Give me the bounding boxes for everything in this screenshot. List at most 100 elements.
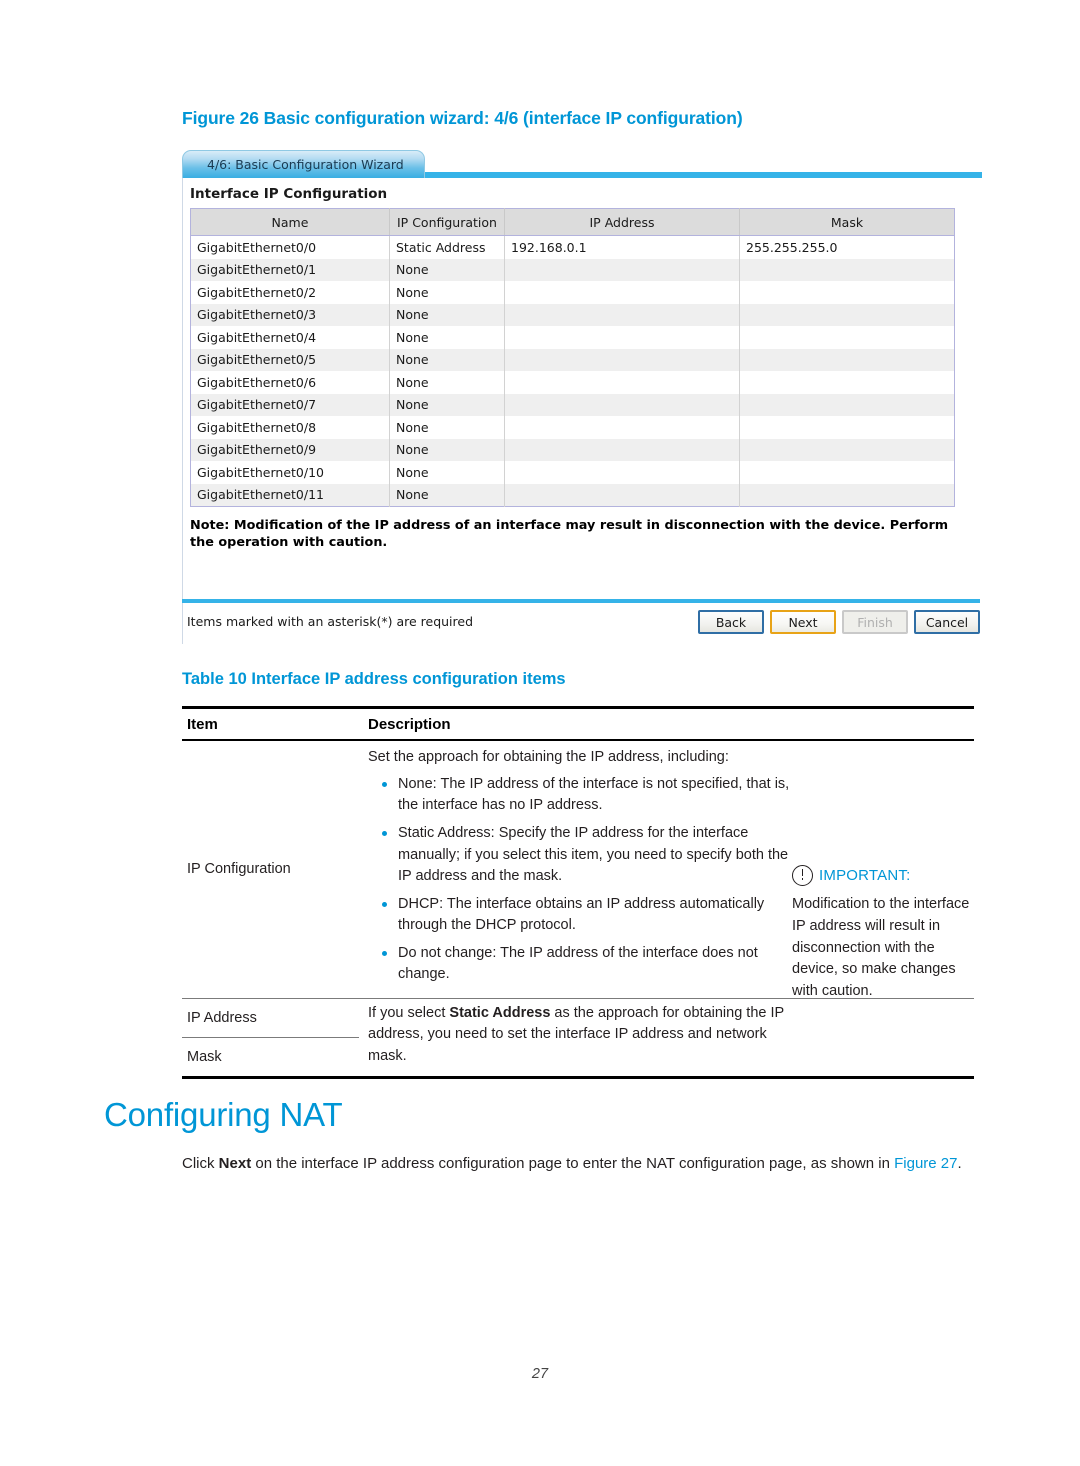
cancel-button[interactable]: Cancel: [914, 610, 980, 634]
cell-name: GigabitEthernet0/8: [190, 416, 390, 439]
table-row[interactable]: GigabitEthernet0/11 None: [190, 483, 955, 507]
table-header-row: Item Description: [182, 709, 974, 739]
wizard-button-group: Back Next Finish Cancel: [698, 610, 980, 634]
cell-ip-address: [504, 461, 740, 484]
wizard-tab[interactable]: 4/6: Basic Configuration Wizard: [182, 150, 425, 178]
description-bullet-item: DHCP: The interface obtains an IP addres…: [368, 894, 792, 936]
cell-ip-address: [504, 416, 740, 439]
cell-mask: 255.255.255.0: [739, 235, 955, 259]
cell-ip-address: [504, 258, 740, 281]
table-row[interactable]: GigabitEthernet0/1 None: [190, 258, 955, 281]
cell-ip-configuration: None: [389, 348, 505, 371]
back-button[interactable]: Back: [698, 610, 764, 634]
body-paragraph: Click Next on the interface IP address c…: [182, 1152, 982, 1176]
column-header-ip-configuration[interactable]: IP Configuration: [389, 208, 505, 236]
cell-ip-configuration: None: [389, 326, 505, 349]
document-page: Figure 26 Basic configuration wizard: 4/…: [0, 0, 1080, 1466]
next-button[interactable]: Next: [770, 610, 836, 634]
wizard-note: Note: Modification of the IP address of …: [190, 518, 949, 551]
column-header-mask[interactable]: Mask: [739, 208, 955, 236]
column-header-ip-address[interactable]: IP Address: [504, 208, 740, 236]
cell-ip-configuration: None: [389, 416, 505, 439]
table-row-ip-address-mask: IP Address Mask If you select Static Add…: [182, 999, 974, 1076]
cell-mask: [739, 371, 955, 394]
cell-description-ip-configuration: Set the approach for obtaining the IP ad…: [364, 741, 792, 998]
important-title: IMPORTANT:: [819, 867, 911, 884]
table-caption: Table 10 Interface IP address configurat…: [182, 670, 566, 688]
cell-name: GigabitEthernet0/7: [190, 393, 390, 416]
cell-name: GigabitEthernet0/0: [190, 235, 390, 259]
table-row[interactable]: GigabitEthernet0/8 None: [190, 416, 955, 439]
cell-ip-configuration: None: [389, 483, 505, 507]
cell-mask: [739, 393, 955, 416]
description-emphasis: Static Address: [449, 1004, 551, 1021]
exclamation-circle-icon: [792, 865, 813, 886]
figure-caption: Figure 26 Basic configuration wizard: 4/…: [182, 108, 743, 128]
wizard-screenshot: 4/6: Basic Configuration Wizard Interfac…: [182, 148, 982, 644]
table-header-row: Name IP Configuration IP Address Mask: [190, 208, 955, 236]
cell-mask: [739, 326, 955, 349]
cell-name: GigabitEthernet0/11: [190, 483, 390, 507]
interface-ip-table: Name IP Configuration IP Address Mask Gi…: [190, 208, 955, 507]
cell-item-ip-address: IP Address: [187, 1009, 257, 1026]
figure-cross-reference-link[interactable]: Figure 27: [894, 1155, 957, 1172]
table-row[interactable]: GigabitEthernet0/9 None: [190, 438, 955, 461]
cell-ip-configuration: None: [389, 393, 505, 416]
item-stack: IP Address Mask: [182, 999, 364, 1076]
wizard-tab-row: 4/6: Basic Configuration Wizard: [182, 148, 982, 179]
cell-ip-configuration: None: [389, 438, 505, 461]
cell-name: GigabitEthernet0/6: [190, 371, 390, 394]
table-row[interactable]: GigabitEthernet0/3 None: [190, 303, 955, 326]
description-bullet-list: None: The IP address of the interface is…: [368, 774, 792, 984]
page-title: Configuring NAT: [104, 1096, 343, 1133]
cell-ip-address: [504, 348, 740, 371]
cell-ip-configuration: None: [389, 281, 505, 304]
cell-ip-address: [504, 483, 740, 507]
description-bullet-item: None: The IP address of the interface is…: [368, 774, 792, 816]
cell-mask: [739, 416, 955, 439]
table-row[interactable]: GigabitEthernet0/2 None: [190, 281, 955, 304]
paragraph-part-1: Click: [182, 1155, 219, 1172]
cell-description-ip-address-mask: If you select Static Address as the appr…: [364, 999, 792, 1076]
cell-item-ip-configuration: IP Configuration: [187, 861, 291, 878]
important-text: Modification to the interface IP address…: [792, 896, 970, 999]
cell-name: GigabitEthernet0/10: [190, 461, 390, 484]
cell-name: GigabitEthernet0/1: [190, 258, 390, 281]
configuration-items-table: Item Description IP Configuration Set th…: [182, 706, 974, 1079]
header-description: Description: [368, 715, 451, 733]
table-row[interactable]: GigabitEthernet0/10 None: [190, 461, 955, 484]
table-row[interactable]: GigabitEthernet0/7 None: [190, 393, 955, 416]
table-row[interactable]: GigabitEthernet0/0 Static Address 192.168.…: [190, 235, 955, 259]
cell-name: GigabitEthernet0/2: [190, 281, 390, 304]
finish-button: Finish: [842, 610, 908, 634]
cell-mask: [739, 348, 955, 371]
cell-ip-configuration: Static Address: [389, 235, 505, 259]
cell-ip-address: [504, 393, 740, 416]
cell-ip-configuration: None: [389, 461, 505, 484]
table-bottom-rule: [182, 1075, 974, 1079]
cell-mask: [739, 303, 955, 326]
wizard-footer-bar: [182, 599, 980, 603]
column-header-name[interactable]: Name: [190, 208, 390, 236]
description-bullet-item: Do not change: The IP address of the int…: [368, 943, 792, 985]
cell-name: GigabitEthernet0/5: [190, 348, 390, 371]
paragraph-emphasis: Next: [218, 1155, 252, 1172]
cell-ip-address: 192.168.0.1: [504, 235, 740, 259]
important-header: IMPORTANT:: [792, 865, 976, 886]
description-bullet-item: Static Address: Specify the IP address f…: [368, 823, 792, 886]
required-fields-note: Items marked with an asterisk(*) are req…: [187, 614, 474, 629]
cell-ip-configuration: None: [389, 303, 505, 326]
table-row[interactable]: GigabitEthernet0/6 None: [190, 371, 955, 394]
description-part-1: If you select: [368, 1004, 450, 1021]
cell-ip-address: [504, 326, 740, 349]
description-lead: Set the approach for obtaining the IP ad…: [368, 749, 729, 765]
wizard-body: Interface IP Configuration Name IP Confi…: [182, 178, 982, 644]
table-row[interactable]: GigabitEthernet0/5 None: [190, 348, 955, 371]
table-row[interactable]: GigabitEthernet0/4 None: [190, 326, 955, 349]
cell-name: GigabitEthernet0/3: [190, 303, 390, 326]
paragraph-part-2: on the interface IP address configuratio…: [251, 1155, 895, 1172]
wizard-footer: Items marked with an asterisk(*) are req…: [182, 604, 982, 644]
cell-name: GigabitEthernet0/9: [190, 438, 390, 461]
cell-mask: [739, 258, 955, 281]
header-item: Item: [187, 715, 218, 733]
